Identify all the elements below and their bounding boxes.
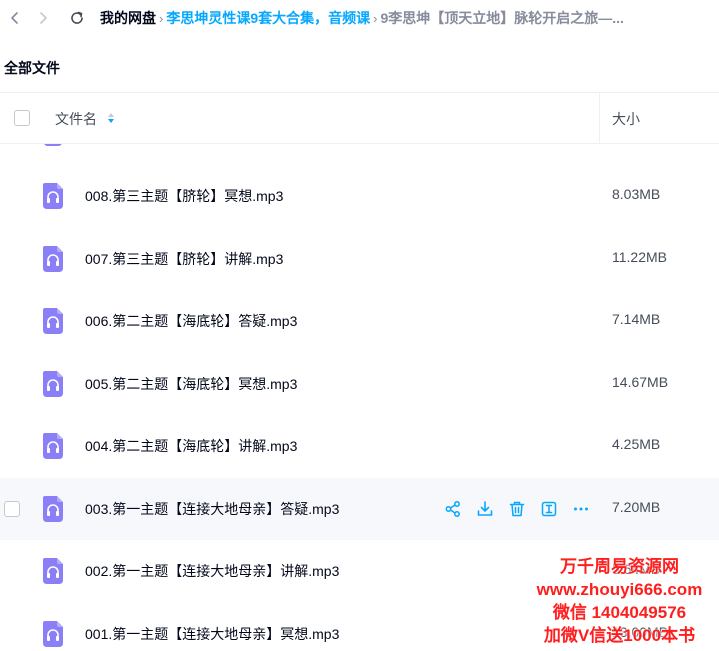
- breadcrumb-root[interactable]: 我的网盘: [100, 8, 156, 28]
- watermark-line: 加微V信送1000本书: [543, 626, 696, 645]
- file-name[interactable]: 003.第一主题【连接大地母亲】答疑.mp3: [85, 499, 339, 519]
- breadcrumb-separator-icon: ›: [159, 10, 164, 26]
- audio-file-icon: [43, 246, 63, 272]
- file-name[interactable]: 004.第二主题【海底轮】讲解.mp3: [85, 436, 297, 456]
- more-icon[interactable]: [570, 498, 592, 520]
- watermark: 万千周易资源网 www.zhouyi666.com 微信 1404049576 …: [520, 555, 719, 647]
- audio-file-icon: [43, 558, 63, 584]
- row-actions: [442, 498, 602, 520]
- table-row[interactable]: 003.第一主题【连接大地母亲】答疑.mp3 7.20MB: [0, 478, 719, 540]
- file-name[interactable]: 001.第一主题【连接大地母亲】冥想.mp3: [85, 624, 339, 644]
- section-title: 全部文件: [4, 60, 60, 76]
- table-row[interactable]: 004.第二主题【海底轮】讲解.mp3 4.25MB: [0, 415, 719, 477]
- share-icon[interactable]: [442, 498, 464, 520]
- file-size: 11.22MB: [612, 249, 667, 265]
- table-row[interactable]: 006.第二主题【海底轮】答疑.mp3 7.14MB: [0, 290, 719, 352]
- chevron-right-icon: [40, 12, 47, 24]
- chevron-left-icon: [11, 12, 18, 24]
- file-name[interactable]: 005.第二主题【海底轮】冥想.mp3: [85, 374, 297, 394]
- delete-icon[interactable]: [506, 498, 528, 520]
- select-all-checkbox[interactable]: [14, 110, 30, 126]
- file-size: 7.20MB: [612, 499, 661, 515]
- watermark-line: 万千周易资源网: [560, 557, 679, 576]
- refresh-icon: [71, 11, 83, 24]
- column-divider[interactable]: [599, 93, 600, 144]
- top-bar: 我的网盘 › 李思坤灵性课9套大合集，音频课 › 9李思坤【顶天立地】脉轮开启之…: [0, 0, 719, 36]
- table-header: 文件名 大小: [0, 92, 719, 144]
- file-size: 7.14MB: [612, 311, 661, 327]
- file-size: 8.03MB: [612, 186, 661, 202]
- audio-file-icon: [43, 621, 63, 647]
- audio-file-icon: [43, 371, 63, 397]
- audio-file-icon: [43, 496, 63, 522]
- breadcrumb-separator-icon: ›: [373, 10, 378, 26]
- file-name[interactable]: 008.第三主题【脐轮】冥想.mp3: [85, 186, 283, 206]
- table-row[interactable]: 008.第三主题【脐轮】冥想.mp3 8.03MB: [0, 165, 719, 227]
- rename-icon[interactable]: [538, 498, 560, 520]
- file-name[interactable]: 006.第二主题【海底轮】答疑.mp3: [85, 311, 297, 331]
- refresh-button[interactable]: [64, 5, 90, 31]
- audio-file-icon: [43, 433, 63, 459]
- sort-icon[interactable]: [107, 111, 115, 127]
- column-size-header[interactable]: 大小: [612, 109, 640, 129]
- file-name[interactable]: 002.第一主题【连接大地母亲】讲解.mp3: [85, 561, 339, 581]
- breadcrumb-current: 9李思坤【顶天立地】脉轮开启之旅—...: [380, 10, 624, 26]
- table-row[interactable]: 005.第二主题【海底轮】冥想.mp3 14.67MB: [0, 353, 719, 415]
- audio-file-icon: [43, 308, 63, 334]
- file-size: 4.25MB: [612, 436, 661, 452]
- watermark-line: www.zhouyi666.com: [536, 580, 703, 599]
- row-checkbox[interactable]: [4, 501, 20, 517]
- watermark-line: 微信 1404049576: [552, 603, 687, 622]
- breadcrumb-parent[interactable]: 李思坤灵性课9套大合集，音频课: [166, 8, 370, 28]
- forward-button[interactable]: [30, 5, 56, 31]
- back-button[interactable]: [2, 5, 28, 31]
- table-row[interactable]: 007.第三主题【脐轮】讲解.mp3 11.22MB: [0, 228, 719, 290]
- download-icon[interactable]: [474, 498, 496, 520]
- column-name-header[interactable]: 文件名: [55, 109, 115, 129]
- file-name[interactable]: 007.第三主题【脐轮】讲解.mp3: [85, 249, 283, 269]
- column-name-label: 文件名: [55, 111, 97, 127]
- file-size: 14.67MB: [612, 374, 669, 390]
- breadcrumb: 我的网盘 › 李思坤灵性课9套大合集，音频课 › 9李思坤【顶天立地】脉轮开启之…: [100, 8, 624, 28]
- audio-file-icon: [43, 183, 63, 209]
- audio-file-icon: [44, 144, 62, 146]
